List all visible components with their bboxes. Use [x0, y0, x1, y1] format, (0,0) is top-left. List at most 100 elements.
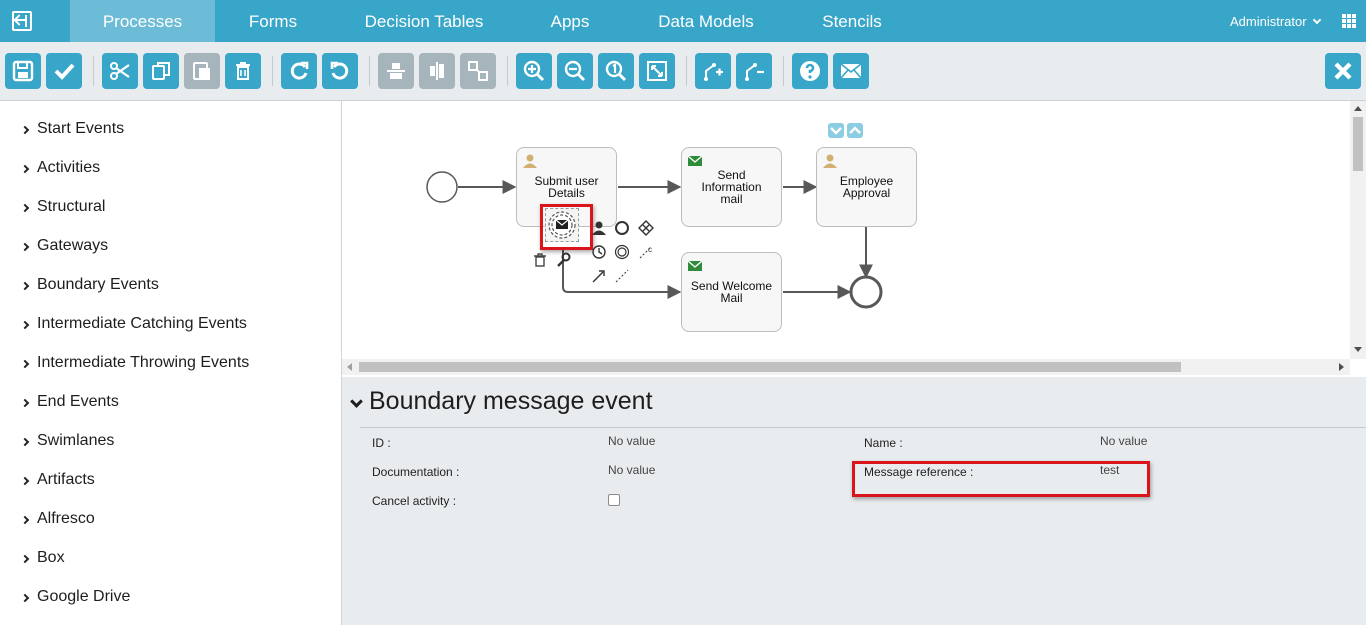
toolbar-divider	[686, 56, 687, 86]
toolbar-divider	[272, 56, 273, 86]
palette-group-structural[interactable]: Structural	[20, 196, 105, 218]
palette-group-alfresco[interactable]: Alfresco	[20, 508, 95, 530]
paste-button[interactable]	[184, 53, 220, 89]
scroll-down-icon[interactable]	[1354, 347, 1362, 352]
task-label: Employee Approval	[839, 174, 894, 200]
palette-group-end-events[interactable]: End Events	[20, 391, 119, 413]
help-button[interactable]	[792, 53, 828, 89]
chevron-right-icon	[20, 320, 30, 330]
timer-icon[interactable]	[591, 244, 607, 260]
palette-group-label: End Events	[37, 393, 119, 410]
task-send-welcome-mail[interactable]: Send Welcome Mail	[681, 252, 782, 332]
scroll-thumb[interactable]	[1353, 117, 1363, 171]
intermediate-event-icon[interactable]	[614, 244, 630, 260]
chevron-down-icon	[830, 127, 842, 135]
cancel-activity-checkbox[interactable]	[608, 494, 620, 506]
palette-group-label: Intermediate Throwing Events	[37, 354, 250, 371]
scroll-left-icon[interactable]	[347, 363, 352, 371]
undo-button[interactable]	[322, 53, 358, 89]
palette-group-artifacts[interactable]: Artifacts	[20, 469, 95, 491]
same-size-button[interactable]	[460, 53, 496, 89]
tab-data-models[interactable]: Data Models	[645, 0, 767, 42]
delete-button[interactable]	[225, 53, 261, 89]
align-vertical-button[interactable]	[419, 53, 455, 89]
palette-group-label: Alfresco	[37, 510, 95, 527]
palette-group-google-drive[interactable]: Google Drive	[20, 586, 130, 608]
diagram-canvas[interactable]: Submit user Details Send Information mai…	[342, 101, 1350, 359]
fit-screen-icon	[647, 61, 667, 81]
feedback-button[interactable]	[833, 53, 869, 89]
start-event[interactable]	[426, 171, 458, 203]
close-icon	[1334, 62, 1352, 80]
close-editor-button[interactable]	[1325, 53, 1361, 89]
tab-decision-tables[interactable]: Decision Tables	[355, 0, 493, 42]
sequence-flows	[426, 171, 883, 309]
palette-group-intermediate-catching-events[interactable]: Intermediate Catching Events	[20, 313, 247, 335]
palette-group-intermediate-throwing-events[interactable]: Intermediate Throwing Events	[20, 352, 250, 374]
align-horizontal-button[interactable]	[378, 53, 414, 89]
save-button[interactable]	[5, 53, 41, 89]
chevron-down-icon[interactable]	[1312, 15, 1322, 25]
apps-grid-icon[interactable]	[1342, 14, 1356, 28]
scroll-right-icon[interactable]	[1339, 363, 1344, 371]
zoom-out-button[interactable]	[557, 53, 593, 89]
editor-toolbar	[0, 42, 1366, 101]
palette-group-swimlanes[interactable]: Swimlanes	[20, 430, 114, 452]
chevron-right-icon	[20, 242, 30, 252]
chevron-right-icon	[20, 281, 30, 291]
palette-group-gateways[interactable]: Gateways	[20, 235, 108, 257]
zoom-in-button[interactable]	[516, 53, 552, 89]
user-menu[interactable]: Administrator	[1230, 14, 1307, 29]
remove-bendpoint-icon	[745, 63, 764, 81]
cut-button[interactable]	[102, 53, 138, 89]
name-label: Name :	[864, 436, 903, 450]
collapse-icon[interactable]	[350, 395, 363, 408]
tab-stencils[interactable]: Stencils	[810, 0, 894, 42]
palette-group-activities[interactable]: Activities	[20, 157, 100, 179]
scroll-up-icon[interactable]	[1354, 106, 1362, 111]
zoom-fit-button[interactable]	[639, 53, 675, 89]
cancel-activity-label: Cancel activity :	[372, 494, 457, 508]
wrench-icon[interactable]	[555, 252, 571, 268]
copy-button[interactable]	[143, 53, 179, 89]
copy-icon	[152, 62, 170, 80]
tab-processes[interactable]: Processes	[70, 0, 215, 42]
sequence-flow-icon[interactable]	[591, 268, 607, 284]
back-icon[interactable]	[12, 11, 32, 31]
tab-apps[interactable]: Apps	[535, 0, 605, 42]
horizontal-scrollbar[interactable]	[342, 359, 1350, 375]
zoom-actual-button[interactable]	[598, 53, 634, 89]
task-employee-approval[interactable]: Employee Approval	[816, 147, 917, 227]
tab-forms[interactable]: Forms	[233, 0, 313, 42]
add-bendpoint-button[interactable]	[695, 53, 731, 89]
palette-group-start-events[interactable]: Start Events	[20, 118, 124, 140]
redo-button[interactable]	[281, 53, 317, 89]
align-horizontal-icon	[387, 63, 405, 79]
chevron-up-icon[interactable]	[847, 123, 863, 138]
name-value[interactable]: No value	[1100, 434, 1147, 448]
validate-button[interactable]	[46, 53, 82, 89]
association-icon[interactable]: c	[638, 244, 654, 260]
scroll-thumb[interactable]	[359, 362, 1181, 372]
user-icon[interactable]	[591, 220, 607, 236]
chevron-right-icon	[20, 125, 30, 135]
dotted-association-icon[interactable]	[614, 268, 630, 284]
task-label: Send Information mail	[701, 168, 762, 206]
vertical-scrollbar[interactable]	[1350, 101, 1366, 359]
chevron-down-icon[interactable]	[828, 123, 844, 138]
palette-group-boundary-events[interactable]: Boundary Events	[20, 274, 159, 296]
chevron-right-icon	[20, 437, 30, 447]
end-event[interactable]	[849, 275, 883, 309]
circle-icon[interactable]	[614, 220, 630, 236]
trash-icon	[236, 62, 250, 80]
palette-group-box[interactable]: Box	[20, 547, 65, 569]
redo-icon	[290, 61, 309, 80]
documentation-value[interactable]: No value	[608, 463, 655, 477]
id-label: ID :	[372, 436, 391, 450]
remove-bendpoint-button[interactable]	[736, 53, 772, 89]
palette-group-label: Artifacts	[37, 471, 95, 488]
task-send-information-mail[interactable]: Send Information mail	[681, 147, 782, 227]
gateway-icon[interactable]	[638, 220, 654, 236]
trash-icon[interactable]	[532, 252, 548, 268]
id-value[interactable]: No value	[608, 434, 655, 448]
